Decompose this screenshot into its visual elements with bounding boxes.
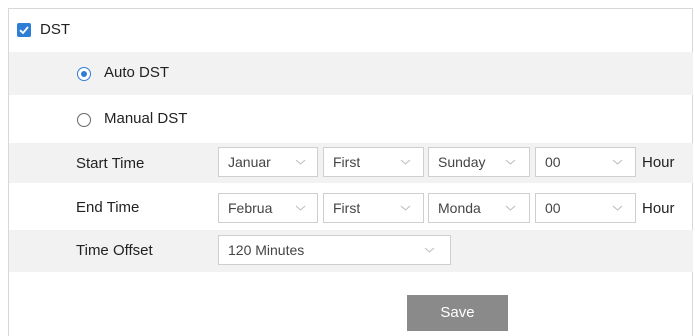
chevron-down-icon: [400, 159, 411, 165]
start-day-value: Sunday: [438, 154, 486, 170]
end-week-value: First: [333, 200, 361, 216]
chevron-down-icon: [612, 159, 623, 165]
end-day-value: Monda: [438, 200, 481, 216]
manual-dst-label: Manual DST: [104, 110, 188, 127]
start-hour-select[interactable]: 00: [535, 147, 636, 177]
auto-dst-label: Auto DST: [104, 64, 170, 81]
start-month-select[interactable]: Januar: [218, 147, 318, 177]
end-hour-unit: Hour: [642, 200, 675, 217]
chevron-down-icon: [612, 205, 623, 211]
start-week-value: First: [333, 154, 361, 170]
manual-dst-radio[interactable]: [77, 113, 91, 127]
checkmark-icon: [19, 26, 29, 35]
chevron-down-icon: [424, 247, 435, 253]
dst-label: DST: [40, 21, 70, 38]
time-offset-value: 120 Minutes: [228, 242, 305, 258]
end-month-value: Februa: [228, 200, 273, 216]
start-time-label: Start Time: [76, 155, 145, 172]
time-offset-select[interactable]: 120 Minutes: [218, 235, 451, 265]
auto-dst-radio[interactable]: [77, 67, 91, 81]
time-offset-label: Time Offset: [76, 242, 153, 259]
chevron-down-icon: [295, 159, 306, 165]
end-hour-value: 00: [545, 200, 561, 216]
start-day-select[interactable]: Sunday: [428, 147, 530, 177]
save-button[interactable]: Save: [407, 295, 508, 331]
chevron-down-icon: [505, 205, 516, 211]
end-month-select[interactable]: Februa: [218, 193, 318, 223]
chevron-down-icon: [505, 159, 516, 165]
end-week-select[interactable]: First: [323, 193, 424, 223]
start-hour-unit: Hour: [642, 154, 675, 171]
end-day-select[interactable]: Monda: [428, 193, 530, 223]
start-hour-value: 00: [545, 154, 561, 170]
end-hour-select[interactable]: 00: [535, 193, 636, 223]
start-week-select[interactable]: First: [323, 147, 424, 177]
chevron-down-icon: [400, 205, 411, 211]
dst-checkbox[interactable]: [17, 23, 31, 37]
start-month-value: Januar: [228, 154, 271, 170]
end-time-label: End Time: [76, 199, 140, 216]
chevron-down-icon: [295, 205, 306, 211]
